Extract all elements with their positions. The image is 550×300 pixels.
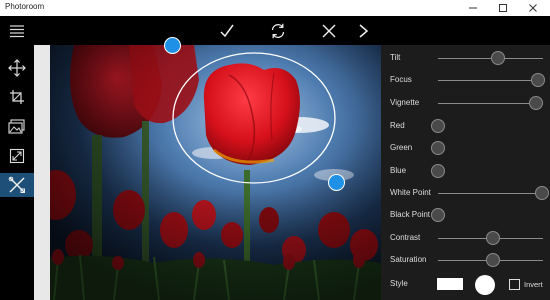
adjustment-label: Focus: [390, 75, 412, 84]
slider-thumb[interactable]: [535, 186, 549, 200]
resize-icon[interactable]: [0, 144, 34, 168]
close-icon[interactable]: [317, 19, 341, 43]
adjustment-label: White Point: [390, 188, 431, 197]
slider-thumb[interactable]: [431, 208, 445, 222]
adjustment-label: Vignette: [390, 98, 420, 107]
adjustment-focus: Focus: [381, 69, 550, 91]
adjustment-vignette: Vignette: [381, 92, 550, 114]
focus-top-handle[interactable]: [164, 37, 181, 54]
adjustment-label: Tilt: [390, 53, 401, 62]
photo-strip: [34, 45, 50, 300]
adjustment-green: Green: [381, 137, 550, 159]
slider-thumb[interactable]: [485, 231, 500, 245]
invert-checkbox[interactable]: [509, 279, 520, 290]
slider-thumb[interactable]: [490, 51, 505, 65]
app-window: Photoroom Tilt Focus Vignette Red Green …: [0, 0, 550, 300]
adjustment-label: Black Point: [390, 210, 431, 219]
style-row: Style Invert: [381, 273, 550, 297]
adjustment-panel: Tilt Focus Vignette Red Green Blue White: [381, 45, 550, 300]
focus-rotate-handle[interactable]: [328, 174, 345, 191]
style-circle-option[interactable]: [475, 275, 495, 295]
checkmark-icon[interactable]: [215, 19, 239, 43]
image-icon[interactable]: [0, 115, 34, 139]
style-label: Style: [390, 279, 408, 288]
adjustment-label: Saturation: [390, 255, 427, 264]
adjustment-saturation: Saturation: [381, 249, 550, 271]
slider-track[interactable]: [438, 193, 543, 194]
adjustment-blue: Blue: [381, 160, 550, 182]
photo-canvas[interactable]: [34, 45, 381, 300]
tool-rail: [0, 45, 34, 300]
refresh-icon[interactable]: [266, 19, 290, 43]
slider-thumb[interactable]: [431, 141, 445, 155]
crop-icon[interactable]: [0, 85, 34, 109]
adjustment-contrast: Contrast: [381, 227, 550, 249]
tools-icon[interactable]: [0, 173, 34, 197]
slider-thumb[interactable]: [530, 73, 545, 87]
slider-thumb[interactable]: [485, 253, 500, 267]
adjustment-white-point: White Point: [381, 182, 550, 204]
adjustment-label: Red: [390, 121, 405, 130]
adjustment-red: Red: [381, 115, 550, 137]
slider-thumb[interactable]: [528, 96, 543, 110]
invert-label: Invert: [524, 280, 543, 289]
adjustment-label: Blue: [390, 166, 407, 175]
adjustment-label: Contrast: [390, 233, 421, 242]
app-title: Photoroom: [5, 2, 45, 11]
adjustment-label: Green: [390, 143, 413, 152]
slider-track[interactable]: [438, 103, 543, 104]
hamburger-menu-icon[interactable]: [5, 19, 29, 43]
slider-thumb[interactable]: [431, 119, 445, 133]
adjustment-black-point: Black Point: [381, 204, 550, 226]
move-icon[interactable]: [0, 56, 34, 80]
style-rectangle-option[interactable]: [437, 278, 463, 290]
close-icon[interactable]: [518, 0, 548, 16]
slider-thumb[interactable]: [431, 164, 445, 178]
adjustment-tilt: Tilt: [381, 47, 550, 69]
command-bar: [0, 16, 550, 45]
maximize-icon[interactable]: [488, 0, 518, 16]
chevron-right-icon[interactable]: [351, 19, 375, 43]
title-bar: Photoroom: [0, 0, 550, 16]
slider-track[interactable]: [438, 80, 543, 81]
minimize-icon[interactable]: [458, 0, 488, 16]
